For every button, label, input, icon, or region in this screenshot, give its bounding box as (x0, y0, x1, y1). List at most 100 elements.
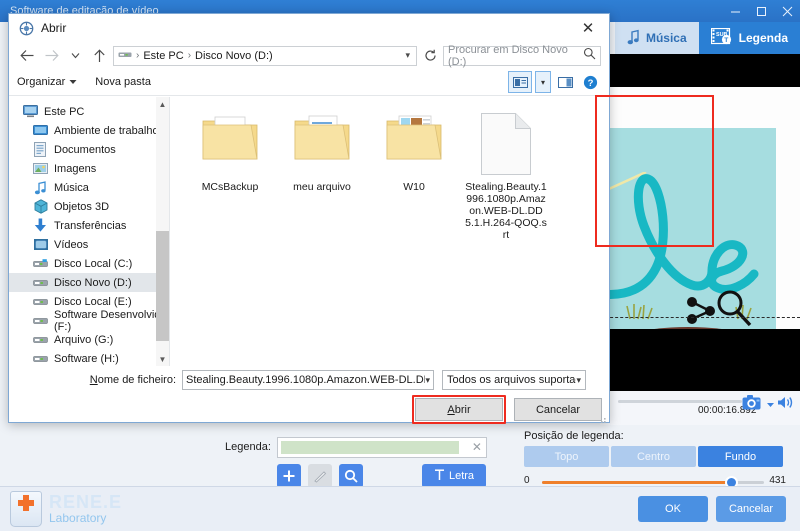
tab-legenda[interactable]: SUB T Legenda (698, 22, 800, 54)
view-tiles-icon[interactable] (508, 71, 532, 93)
brand-text: RENE.E Laboratory (49, 493, 122, 524)
nav-item-transfer-ncias[interactable]: Transferências (9, 216, 169, 235)
nav-item-documentos[interactable]: Documentos (9, 140, 169, 159)
nav-item-software-desenvolvido-f[interactable]: Software Desenvolvido (F:) (9, 309, 169, 333)
chevron-down-icon[interactable]: ▾ (535, 71, 551, 93)
app-footer: RENE.E Laboratory OK Cancelar (0, 486, 800, 531)
scroll-down-button[interactable]: ▼ (156, 352, 169, 366)
drive-icon (33, 295, 48, 309)
position-option-topo[interactable]: Topo (524, 446, 609, 467)
caption-input-wrapper[interactable]: ✕ (276, 436, 487, 458)
nav-item-v-deos[interactable]: Vídeos (9, 235, 169, 254)
cancel-button[interactable]: Cancelar (514, 398, 602, 421)
letra-button[interactable]: Letra (422, 464, 486, 488)
dialog-action-buttons: Abrir Cancelar (412, 395, 602, 424)
minimize-icon[interactable] (722, 0, 748, 22)
system-drive-icon (33, 257, 48, 271)
tab-musica[interactable]: Música (614, 22, 699, 54)
breadcrumb-sep-2: › (187, 50, 192, 61)
dialog-footer: Nome de ficheiro: Stealing.Beauty.1996.1… (9, 366, 609, 424)
navigation-pane: Este PC Ambiente de trabalho Documentos Ima… (9, 97, 170, 366)
breadcrumb[interactable]: › Este PC › Disco Novo (D:) ▾ (113, 45, 417, 66)
position-option-fundo[interactable]: Fundo (698, 446, 783, 467)
open-button[interactable]: Abrir (415, 398, 503, 421)
breadcrumb-item-disco-novo[interactable]: Disco Novo (D:) (195, 50, 273, 62)
dialog-titlebar: Abrir ✕ (9, 14, 609, 42)
chevron-down-icon[interactable] (65, 46, 85, 66)
maximize-icon[interactable] (748, 0, 774, 22)
navigation-scrollbar-thumb[interactable] (156, 231, 169, 341)
edit-caption-button[interactable] (308, 464, 332, 488)
brand-name: RENE.E (49, 492, 123, 513)
caption-action-buttons (277, 464, 363, 488)
footer-buttons: OK Cancelar (638, 496, 786, 522)
folder-icon (385, 113, 443, 175)
toolbar-right-group: ▾ ? (508, 71, 601, 93)
position-option-centro[interactable]: Centro (611, 446, 696, 467)
slider-fill (542, 481, 731, 484)
drive-icon (118, 49, 132, 62)
organize-label: Organizar (17, 76, 66, 88)
file-item[interactable]: meu arquivo (276, 109, 368, 241)
desktop-icon (33, 124, 48, 138)
nav-item-label: Música (54, 181, 89, 194)
add-caption-button[interactable] (277, 464, 301, 488)
3d-object-icon (33, 199, 48, 214)
arrow-left-icon[interactable] (17, 46, 37, 66)
file-item[interactable]: MCsBackup (184, 109, 276, 241)
nav-item-este-pc[interactable]: Este PC (9, 102, 169, 121)
file-type-filter[interactable]: Todos os arquivos suportados ▾ (442, 370, 586, 390)
camera-icon[interactable] (742, 394, 764, 416)
chevron-down-icon[interactable]: ▾ (405, 50, 412, 61)
file-item[interactable]: W10 (368, 109, 460, 241)
close-icon[interactable]: ✕ (472, 440, 482, 454)
nav-item-software-h[interactable]: Software (H:) (9, 349, 169, 366)
documents-icon (33, 142, 48, 157)
chevron-down-icon[interactable]: ▾ (576, 375, 581, 386)
new-folder-button[interactable]: Nova pasta (95, 76, 151, 88)
file-item-label: meu arquivo (293, 181, 351, 193)
filename-row: Nome de ficheiro: Stealing.Beauty.1996.1… (9, 370, 609, 390)
dialog-toolbar: Organizar Nova pasta ▾ ? (9, 69, 609, 96)
refresh-icon[interactable] (421, 46, 439, 66)
nav-item-arquivo-g[interactable]: Arquivo (G:) (9, 330, 169, 349)
close-icon[interactable]: ✕ (567, 14, 609, 42)
download-arrow-icon (33, 218, 48, 233)
chevron-down-icon[interactable]: ▾ (425, 375, 430, 386)
nav-item-ambiente-de-trabalho[interactable]: Ambiente de trabalho (9, 121, 169, 140)
dialog-title: Abrir (41, 21, 67, 35)
nav-item-m-sica[interactable]: Música (9, 178, 169, 197)
filename-input[interactable]: Stealing.Beauty.1996.1080p.Amazon.WEB-DL… (182, 370, 434, 390)
search-caption-button[interactable] (339, 464, 363, 488)
nav-item-imagens[interactable]: Imagens (9, 159, 169, 178)
close-icon[interactable] (774, 0, 800, 22)
help-question-icon[interactable]: ? (579, 72, 601, 92)
navigation-scrollbar-track[interactable] (156, 111, 169, 352)
drive-icon (33, 333, 48, 347)
caption-baseline-guide (600, 317, 800, 318)
resize-grip[interactable] (597, 411, 607, 423)
first-aid-cross-icon (10, 491, 42, 527)
nav-item-objetos-3d[interactable]: Objetos 3D (9, 197, 169, 216)
brand-tagline: Laboratory (49, 511, 107, 526)
search-box[interactable]: Procurar em Disco Novo (D:) (443, 44, 601, 68)
caption-input[interactable] (280, 440, 459, 454)
seek-slider[interactable] (618, 400, 742, 403)
nav-item-disco-novo-d[interactable]: Disco Novo (D:) (9, 273, 169, 292)
dialog-body: Este PC Ambiente de trabalho Documentos Ima… (9, 95, 714, 366)
organize-menu[interactable]: Organizar (17, 76, 77, 88)
chevron-down-icon[interactable] (766, 396, 775, 414)
search-input[interactable]: Procurar em Disco Novo (D:) (448, 44, 583, 68)
nav-item-disco-local-c[interactable]: Disco Local (C:) (9, 254, 169, 273)
breadcrumb-item-este-pc[interactable]: Este PC (143, 50, 183, 62)
speaker-icon[interactable] (777, 395, 794, 415)
arrow-up-icon[interactable] (89, 46, 109, 66)
file-list-pane[interactable]: MCsBackup meu arquivo W10 Stealing.Beauty.1… (170, 95, 714, 366)
preview-pane-icon[interactable] (554, 72, 576, 92)
scroll-up-button[interactable]: ▲ (156, 97, 169, 111)
breadcrumb-sep-1: › (136, 50, 140, 61)
ok-button[interactable]: OK (638, 496, 708, 522)
cancel-button[interactable]: Cancelar (716, 496, 786, 522)
caption-edit-row: Legenda: ✕ (225, 436, 505, 458)
file-item[interactable]: Stealing.Beauty.1996.1080p.Amazon.WEB-DL… (460, 109, 552, 241)
